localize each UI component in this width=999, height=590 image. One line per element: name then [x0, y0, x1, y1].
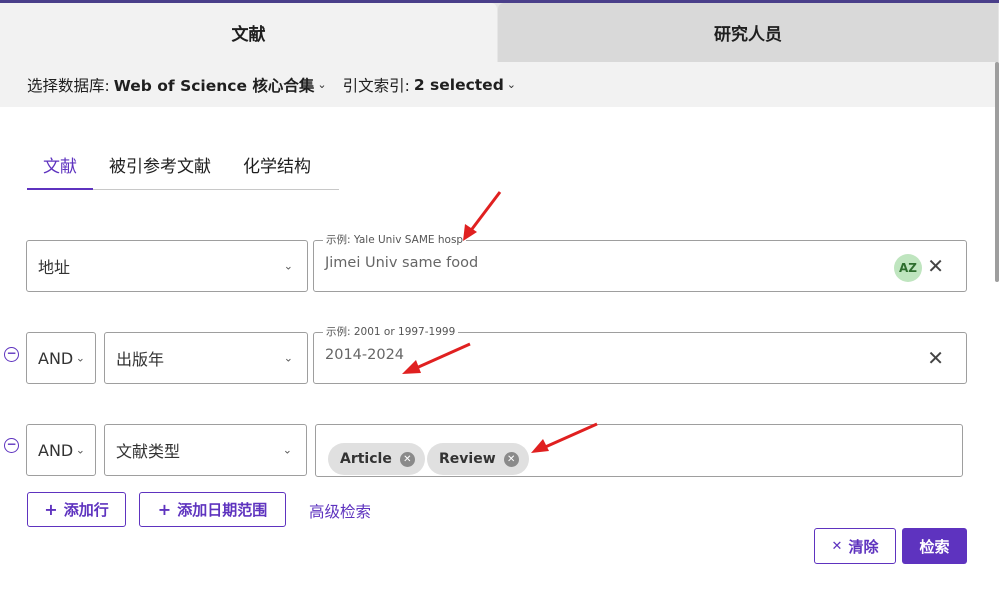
chevron-down-icon: ⌄	[283, 351, 293, 365]
chevron-down-icon[interactable]: ⌄	[317, 78, 326, 91]
plus-icon: +	[157, 500, 172, 519]
subtab-cited-references[interactable]: 被引参考文献	[93, 140, 227, 189]
operator-label: AND	[38, 348, 74, 368]
field-select-row1[interactable]: 地址 ⌄	[26, 240, 308, 292]
document-type-multiselect[interactable]: Article ✕ Review ✕	[315, 424, 963, 477]
field-select-label: 出版年	[116, 350, 165, 369]
select-db-label: 选择数据库:	[27, 76, 110, 95]
plus-icon: +	[44, 500, 58, 519]
az-lookup-icon[interactable]: AZ	[894, 254, 922, 282]
tab-researchers[interactable]: 研究人员	[498, 3, 998, 62]
search-input-value[interactable]: 2014-2024	[325, 347, 404, 363]
chip-label: Article	[340, 451, 392, 467]
example-hint: 示例: 2001 or 1997-1999	[323, 325, 459, 339]
add-date-range-label: 添加日期范围	[177, 501, 268, 519]
remove-row-icon[interactable]: −	[4, 347, 19, 362]
clear-button[interactable]: ✕ 清除	[814, 528, 896, 564]
subtab-chemical-structure[interactable]: 化学结构	[227, 140, 327, 189]
annotation-arrow-icon	[463, 191, 502, 241]
annotation-arrow-icon	[402, 342, 471, 374]
search-type-tabs: 文献 被引参考文献 化学结构	[27, 140, 339, 190]
citation-index-selector[interactable]: 2 selected	[414, 76, 504, 94]
example-hint: 示例: Yale Univ SAME hosp	[323, 233, 467, 247]
chevron-down-icon: ⌄	[75, 351, 85, 365]
remove-row-icon[interactable]: −	[4, 438, 19, 453]
search-input-value[interactable]: Jimei Univ same food	[325, 255, 478, 271]
field-select-label: 地址	[38, 258, 71, 277]
scrollbar[interactable]	[995, 62, 999, 282]
chevron-down-icon[interactable]: ⌄	[507, 78, 516, 91]
search-button[interactable]: 检索	[902, 528, 967, 564]
remove-chip-icon[interactable]: ✕	[399, 451, 415, 467]
chip-label: Review	[439, 451, 496, 467]
citation-index-label: 引文索引:	[342, 76, 410, 95]
chip-article: Article ✕	[328, 443, 425, 475]
field-select-row3[interactable]: 文献类型 ⌄	[104, 424, 307, 476]
chip-review: Review ✕	[427, 443, 529, 475]
chevron-down-icon: ⌄	[282, 443, 292, 457]
chevron-down-icon: ⌄	[75, 443, 85, 457]
field-select-row2[interactable]: 出版年 ⌄	[104, 332, 308, 384]
search-input-row1[interactable]: 示例: Yale Univ SAME hosp Jimei Univ same …	[313, 233, 967, 292]
tab-documents[interactable]: 文献	[0, 3, 497, 62]
operator-select-row3[interactable]: AND ⌄	[26, 424, 96, 476]
database-bar: 选择数据库: Web of Science 核心合集 ⌄ 引文索引: 2 sel…	[0, 62, 999, 107]
clear-label: 清除	[848, 537, 879, 556]
clear-icon[interactable]: ✕	[927, 346, 944, 370]
add-row-button[interactable]: + 添加行	[27, 492, 126, 527]
annotation-arrow-icon	[531, 422, 598, 453]
subtab-documents[interactable]: 文献	[27, 140, 93, 190]
field-select-label: 文献类型	[116, 442, 181, 461]
operator-select-row2[interactable]: AND ⌄	[26, 332, 96, 384]
chevron-down-icon: ⌄	[283, 259, 293, 273]
top-tabs: 文献 研究人员	[0, 3, 999, 62]
remove-chip-icon[interactable]: ✕	[503, 451, 519, 467]
database-selector[interactable]: Web of Science 核心合集	[114, 74, 315, 96]
add-row-label: 添加行	[63, 501, 109, 519]
add-date-range-button[interactable]: + 添加日期范围	[139, 492, 286, 527]
clear-icon[interactable]: ✕	[927, 254, 944, 278]
operator-label: AND	[38, 440, 74, 460]
close-icon: ✕	[831, 538, 843, 554]
advanced-search-link[interactable]: 高级检索	[309, 500, 371, 522]
